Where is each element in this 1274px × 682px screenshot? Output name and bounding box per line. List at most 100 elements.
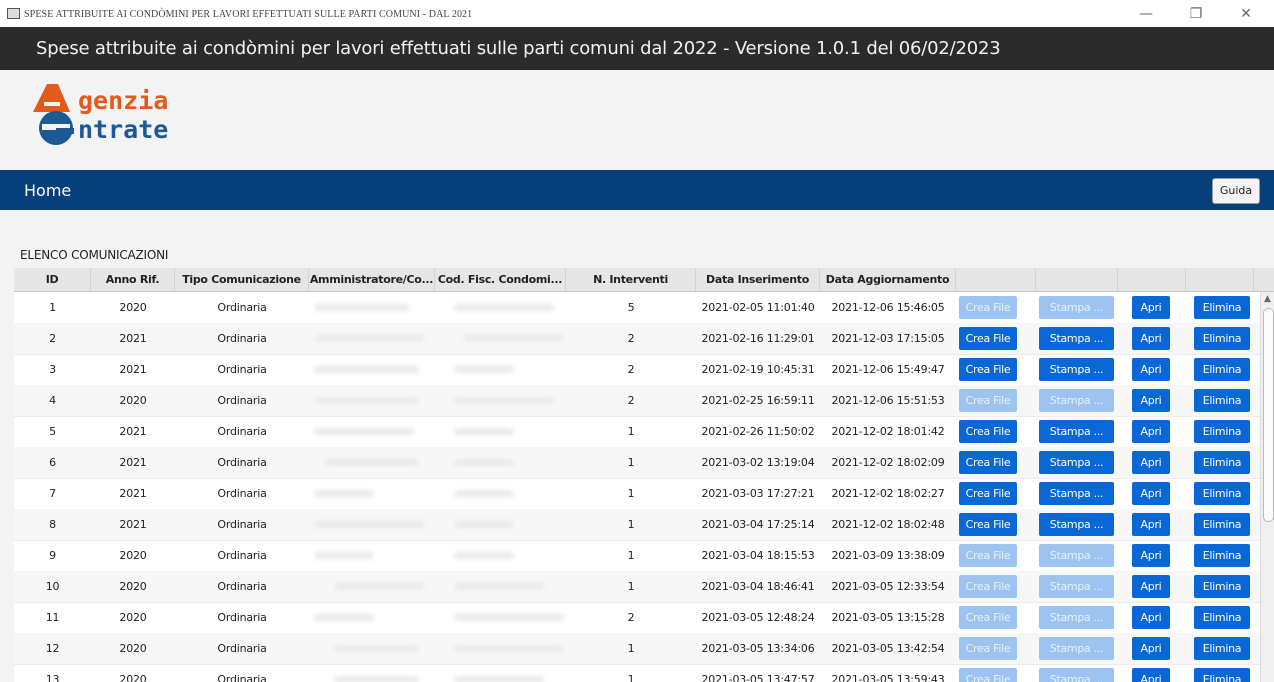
apri-button[interactable]: Apri bbox=[1132, 327, 1170, 350]
cell-interventi: 2 bbox=[627, 363, 635, 376]
table-row[interactable]: 11 2020 Ordinaria 2 2021-03-05 12:48:24 2021-… bbox=[14, 602, 1260, 634]
elimina-button[interactable]: Elimina bbox=[1194, 606, 1250, 629]
crea-file-button[interactable]: Crea File bbox=[959, 513, 1017, 536]
apri-button[interactable]: Apri bbox=[1132, 482, 1170, 505]
stampa-button[interactable]: Stampa ... bbox=[1039, 358, 1114, 381]
apri-button[interactable]: Apri bbox=[1132, 575, 1170, 598]
table-row[interactable]: 5 2021 Ordinaria 1 2021-02-26 11:50:02 2021-1… bbox=[14, 416, 1260, 448]
apri-button[interactable]: Apri bbox=[1132, 668, 1170, 682]
stampa-button[interactable]: Stampa ... bbox=[1039, 389, 1114, 412]
crea-file-button[interactable]: Crea File bbox=[959, 389, 1017, 412]
elimina-button[interactable]: Elimina bbox=[1194, 482, 1250, 505]
table-row[interactable]: 7 2021 Ordinaria 1 2021-03-03 17:27:21 2021-1… bbox=[14, 478, 1260, 510]
close-icon[interactable]: ✕ bbox=[1226, 4, 1266, 24]
cell-anno: 2020 bbox=[119, 301, 147, 314]
stampa-button[interactable]: Stampa ... bbox=[1039, 513, 1114, 536]
crea-file-button[interactable]: Crea File bbox=[959, 606, 1017, 629]
elimina-button[interactable]: Elimina bbox=[1194, 420, 1250, 443]
table-row[interactable]: 12 2020 Ordinaria 1 2021-03-05 13:34:06 2021-… bbox=[14, 633, 1260, 665]
crea-file-button[interactable]: Crea File bbox=[959, 668, 1017, 682]
guida-button[interactable]: Guida bbox=[1212, 178, 1260, 204]
redacted-cell bbox=[314, 490, 374, 497]
table-row[interactable]: 2 2021 Ordinaria 2 2021-02-16 11:29:01 2021-1… bbox=[14, 323, 1260, 355]
stampa-button[interactable]: Stampa ... bbox=[1039, 575, 1114, 598]
column-header[interactable]: Anno Rif. bbox=[91, 268, 175, 291]
table-row[interactable]: 8 2021 Ordinaria 1 2021-03-04 17:25:14 2021-1… bbox=[14, 509, 1260, 541]
column-header[interactable] bbox=[1118, 268, 1186, 291]
minimize-icon[interactable]: — bbox=[1126, 4, 1166, 24]
crea-file-button[interactable]: Crea File bbox=[959, 296, 1017, 319]
column-header[interactable] bbox=[956, 268, 1036, 291]
crea-file-button[interactable]: Crea File bbox=[959, 420, 1017, 443]
cell-data-inserimento: 2021-03-04 18:15:53 bbox=[701, 549, 815, 562]
stampa-button[interactable]: Stampa ... bbox=[1039, 420, 1114, 443]
crea-file-button[interactable]: Crea File bbox=[959, 575, 1017, 598]
stampa-button[interactable]: Stampa ... bbox=[1039, 482, 1114, 505]
apri-button[interactable]: Apri bbox=[1132, 544, 1170, 567]
crea-file-button[interactable]: Crea File bbox=[959, 482, 1017, 505]
elimina-button[interactable]: Elimina bbox=[1194, 451, 1250, 474]
stampa-button[interactable]: Stampa ... bbox=[1039, 668, 1114, 682]
column-header[interactable] bbox=[1186, 268, 1254, 291]
elimina-button[interactable]: Elimina bbox=[1194, 544, 1250, 567]
stampa-button[interactable]: Stampa ... bbox=[1039, 296, 1114, 319]
apri-button[interactable]: Apri bbox=[1132, 296, 1170, 319]
elimina-button[interactable]: Elimina bbox=[1194, 389, 1250, 412]
elimina-button[interactable]: Elimina bbox=[1194, 327, 1250, 350]
maximize-icon[interactable]: ❐ bbox=[1176, 4, 1216, 24]
table-row[interactable]: 10 2020 Ordinaria 1 2021-03-04 18:46:41 2021-… bbox=[14, 571, 1260, 603]
stampa-button[interactable]: Stampa ... bbox=[1039, 637, 1114, 660]
redacted-cell bbox=[454, 552, 514, 559]
apri-button[interactable]: Apri bbox=[1132, 513, 1170, 536]
column-header[interactable]: N. Interventi bbox=[566, 268, 696, 291]
elimina-button[interactable]: Elimina bbox=[1194, 296, 1250, 319]
crea-file-button[interactable]: Crea File bbox=[959, 358, 1017, 381]
table-row[interactable]: 1 2020 Ordinaria 5 2021-02-05 11:01:40 2021-1… bbox=[14, 292, 1260, 324]
table-row[interactable]: 13 2020 Ordinaria 1 2021-03-05 13:47:57 2021-… bbox=[14, 664, 1260, 682]
elimina-button[interactable]: Elimina bbox=[1194, 637, 1250, 660]
cell-data-inserimento: 2021-02-25 16:59:11 bbox=[701, 394, 815, 407]
column-header[interactable]: Amministratore/Co... bbox=[309, 268, 435, 291]
cell-id: 2 bbox=[49, 332, 56, 345]
cell-anno: 2020 bbox=[119, 611, 147, 624]
table-row[interactable]: 4 2020 Ordinaria 2 2021-02-25 16:59:11 2021-1… bbox=[14, 385, 1260, 417]
table-row[interactable]: 3 2021 Ordinaria 2 2021-02-19 10:45:31 2021-1… bbox=[14, 354, 1260, 386]
crea-file-button[interactable]: Crea File bbox=[959, 544, 1017, 567]
apri-button[interactable]: Apri bbox=[1132, 637, 1170, 660]
table-row[interactable]: 6 2021 Ordinaria 1 2021-03-02 13:19:04 2021-1… bbox=[14, 447, 1260, 479]
apri-button[interactable]: Apri bbox=[1132, 451, 1170, 474]
agenzia-entrate-logo: genzia ntrate bbox=[30, 82, 230, 148]
column-header[interactable]: Cod. Fisc. Condomi... bbox=[435, 268, 566, 291]
column-header[interactable]: Tipo Comunicazione bbox=[175, 268, 309, 291]
elimina-button[interactable]: Elimina bbox=[1194, 513, 1250, 536]
cell-data-inserimento: 2021-03-04 17:25:14 bbox=[701, 518, 815, 531]
apri-button[interactable]: Apri bbox=[1132, 358, 1170, 381]
vertical-scrollbar[interactable]: ▲ bbox=[1260, 292, 1274, 682]
column-header[interactable]: Data Aggiornamento bbox=[820, 268, 956, 291]
stampa-button[interactable]: Stampa ... bbox=[1039, 451, 1114, 474]
column-header[interactable] bbox=[1036, 268, 1118, 291]
scrollbar-thumb[interactable] bbox=[1263, 308, 1274, 522]
apri-button[interactable]: Apri bbox=[1132, 606, 1170, 629]
crea-file-button[interactable]: Crea File bbox=[959, 637, 1017, 660]
stampa-button[interactable]: Stampa ... bbox=[1039, 327, 1114, 350]
cell-tipo: Ordinaria bbox=[217, 611, 267, 624]
stampa-button[interactable]: Stampa ... bbox=[1039, 544, 1114, 567]
redacted-cell bbox=[314, 552, 374, 559]
redacted-cell bbox=[454, 676, 544, 682]
column-header[interactable]: Data Inserimento bbox=[696, 268, 820, 291]
crea-file-button[interactable]: Crea File bbox=[959, 327, 1017, 350]
crea-file-button[interactable]: Crea File bbox=[959, 451, 1017, 474]
elimina-button[interactable]: Elimina bbox=[1194, 575, 1250, 598]
redacted-cell bbox=[454, 304, 554, 311]
elimina-button[interactable]: Elimina bbox=[1194, 668, 1250, 682]
cell-id: 6 bbox=[49, 456, 56, 469]
stampa-button[interactable]: Stampa ... bbox=[1039, 606, 1114, 629]
elimina-button[interactable]: Elimina bbox=[1194, 358, 1250, 381]
apri-button[interactable]: Apri bbox=[1132, 420, 1170, 443]
column-header[interactable]: ID bbox=[14, 268, 91, 291]
home-link[interactable]: Home bbox=[24, 181, 71, 200]
table-row[interactable]: 9 2020 Ordinaria 1 2021-03-04 18:15:53 2021-0… bbox=[14, 540, 1260, 572]
apri-button[interactable]: Apri bbox=[1132, 389, 1170, 412]
scroll-up-icon[interactable]: ▲ bbox=[1264, 294, 1271, 304]
